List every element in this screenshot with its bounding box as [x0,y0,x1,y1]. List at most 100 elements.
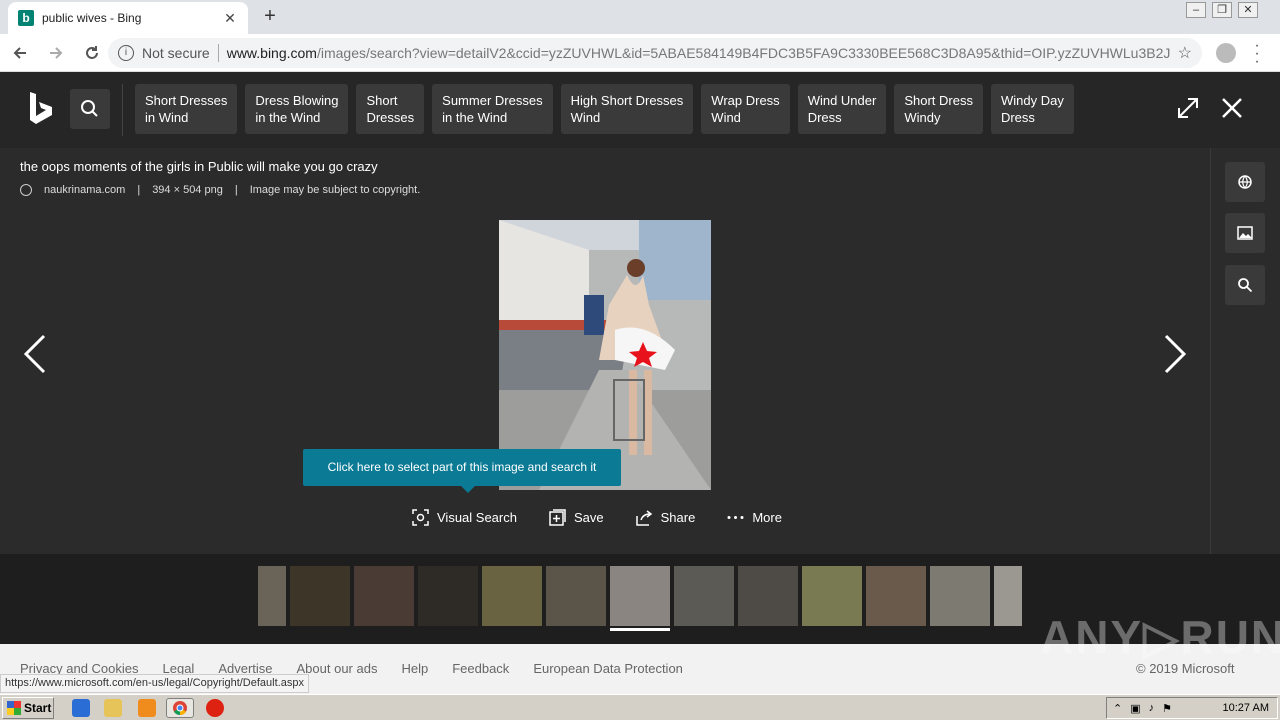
selected-thumbnail-indicator [610,628,670,631]
start-button[interactable]: Start [2,697,54,719]
web-results-button[interactable] [1225,162,1265,202]
image-detail-viewer: Short Dresses in Wind Dress Blowing in t… [0,72,1280,644]
chevron-left-icon [23,334,46,374]
thumbnail[interactable] [290,566,350,626]
previous-image-button[interactable] [22,334,50,374]
browser-menu-icon[interactable]: · · · [1252,38,1262,70]
more-button[interactable]: More [727,508,782,526]
meta-separator: | [137,184,141,196]
thumbnail[interactable] [674,566,734,626]
thumbnail[interactable] [354,566,414,626]
bing-favicon-icon: b [18,10,34,26]
search-icon [1238,278,1253,293]
flag-icon[interactable]: ⚑ [1162,702,1172,715]
related-search-chip[interactable]: Dress Blowing in the Wind [245,84,349,134]
image-actions: Visual Search Save Share More [412,508,814,526]
more-dots-icon [727,515,744,519]
related-searches: Short Dresses in Wind Dress Blowing in t… [135,84,1074,134]
share-icon [635,509,652,526]
related-search-chip[interactable]: Short Dresses [356,84,425,134]
anyrun-watermark: ANY▷RUN [1040,611,1280,663]
bookmark-star-icon[interactable]: ☆ [1178,43,1192,63]
back-arrow-icon[interactable] [4,37,36,69]
folder-icon[interactable] [104,699,122,717]
tab-title: public wives - Bing [42,11,142,25]
globe-icon [20,184,32,196]
footer-link-feedback[interactable]: Feedback [452,661,509,676]
visual-search-tooltip[interactable]: Click here to select part of this image … [303,449,621,493]
minimize-button[interactable]: – [1186,2,1206,18]
next-image-button[interactable] [1160,334,1188,374]
new-tab-button[interactable]: + [260,6,280,26]
browser-toolbar: i Not secure www.bing.com /images/search… [0,34,1280,72]
close-icon[interactable] [1218,94,1246,122]
viewer-header: Short Dresses in Wind Dress Blowing in t… [0,72,1280,148]
related-search-chip[interactable]: Short Dress Windy [894,84,983,134]
viewer-side-panel [1210,148,1280,554]
divider [217,44,219,62]
security-label: Not secure [142,45,210,61]
thumbnail[interactable] [738,566,798,626]
thumbnail[interactable] [866,566,926,626]
related-search-chip[interactable]: Wrap Dress Wind [701,84,790,134]
maximize-button[interactable]: ❐ [1212,2,1232,18]
related-search-chip[interactable]: Windy Day Dress [990,84,1074,134]
windows-taskbar: Start ⌃ ▣ ♪ ⚑ 10:27 AM [0,694,1280,720]
forward-arrow-icon[interactable] [40,37,72,69]
visual-search-label: Visual Search [437,509,517,525]
thumbnail[interactable] [930,566,990,626]
internet-explorer-icon[interactable] [72,699,90,717]
chrome-taskbar-button[interactable] [166,698,194,718]
image-results-button[interactable] [1225,213,1265,253]
info-icon[interactable]: i [118,45,134,61]
url-path: /images/search?view=detailV2&ccid=yzZUVH… [316,45,1170,61]
meta-separator: | [234,184,238,196]
visual-search-icon [412,508,429,526]
divider [122,84,123,136]
tab-close-icon[interactable]: ✕ [222,10,238,27]
window-controls: – ❐ ✕ [1180,2,1258,18]
network-icon[interactable]: ▣ [1130,702,1140,715]
related-search-chip[interactable]: High Short Dresses Wind [560,84,694,134]
footer-link-data-protection[interactable]: European Data Protection [533,661,683,676]
expand-icon[interactable] [1174,94,1202,122]
close-window-button[interactable]: ✕ [1238,2,1258,18]
footer-link-help[interactable]: Help [401,661,428,676]
reload-icon[interactable] [76,37,108,69]
more-label: More [752,509,782,525]
search-button[interactable] [70,89,110,129]
thumbnail[interactable] [482,566,542,626]
volume-icon[interactable]: ♪ [1149,702,1155,714]
related-search-chip[interactable]: Wind Under Dress [797,84,887,134]
bing-logo-icon[interactable] [28,90,58,126]
status-bar-url: https://www.microsoft.com/en-us/legal/Co… [0,674,309,693]
save-icon [549,508,566,526]
share-label: Share [660,509,696,525]
thumbnail[interactable] [994,566,1022,626]
media-player-icon[interactable] [138,699,156,717]
side-search-button[interactable] [1225,265,1265,305]
address-bar[interactable]: i Not secure www.bing.com /images/search… [108,38,1202,68]
thumbnail[interactable] [418,566,478,626]
thumbnail-selected[interactable] [610,566,670,626]
save-button[interactable]: Save [549,508,604,526]
tray-expand-icon[interactable]: ⌃ [1113,702,1122,715]
browser-tab[interactable]: b public wives - Bing ✕ [8,2,248,34]
visual-search-button[interactable]: Visual Search [412,508,517,526]
profile-avatar-icon[interactable] [1216,43,1236,63]
image-source[interactable]: naukrinama.com [44,184,125,196]
thumbnail[interactable] [258,566,286,626]
browser-tab-strip: b public wives - Bing ✕ + – ❐ ✕ [0,0,1280,34]
stop-icon[interactable] [206,699,224,717]
image-caption[interactable]: the oops moments of the girls in Public … [20,159,378,174]
clock[interactable]: 10:27 AM [1223,702,1269,714]
save-label: Save [573,509,604,525]
windows-flag-icon [7,701,21,715]
related-search-chip[interactable]: Short Dresses in Wind [135,84,238,134]
image-icon [1237,226,1253,240]
start-label: Start [24,701,52,715]
related-search-chip[interactable]: Summer Dresses in the Wind [432,84,553,134]
thumbnail[interactable] [802,566,862,626]
thumbnail[interactable] [546,566,606,626]
share-button[interactable]: Share [635,508,696,526]
